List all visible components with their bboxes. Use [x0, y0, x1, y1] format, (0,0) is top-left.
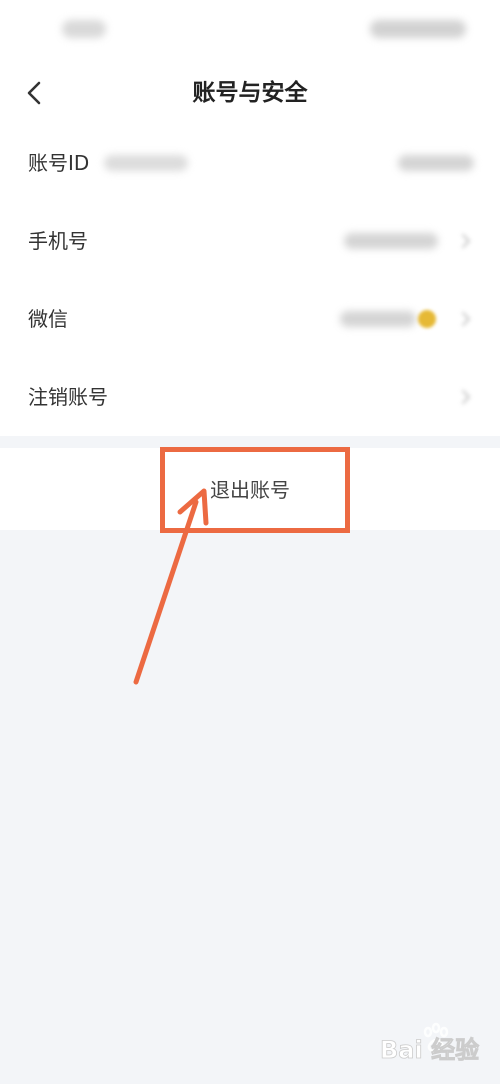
account-id-hint-blurred [104, 155, 188, 171]
status-icons-blurred [370, 20, 466, 38]
wechat-avatar-icon [418, 310, 436, 328]
back-button[interactable] [14, 72, 56, 114]
settings-row-label: 注销账号 [28, 385, 108, 409]
phone-value-blurred [344, 233, 438, 249]
settings-row-label: 微信 [28, 307, 68, 331]
page-title: 账号与安全 [192, 80, 308, 106]
status-bar [0, 0, 500, 62]
settings-row-cancel-account[interactable]: 注销账号 [0, 358, 500, 436]
settings-row-phone[interactable]: 手机号 [0, 202, 500, 280]
settings-row-label: 账号ID [28, 151, 90, 175]
chevron-left-icon [24, 80, 46, 106]
baidu-jingyan-watermark: Bai 经验 [376, 1016, 494, 1070]
status-time-blurred [62, 20, 106, 38]
wechat-value-blurred [340, 311, 416, 327]
settings-row-account-id[interactable]: 账号ID [0, 124, 500, 202]
account-id-value-blurred [398, 155, 474, 171]
settings-row-wechat[interactable]: 微信 [0, 280, 500, 358]
chevron-right-icon [458, 311, 474, 327]
paw-logo-icon: Bai 经验 [380, 1022, 479, 1064]
svg-text:Bai 经验: Bai 经验 [380, 1036, 479, 1064]
settings-list: 账号ID 手机号 微信 注销账号 [0, 124, 500, 436]
nav-bar: 账号与安全 [0, 62, 500, 124]
logout-label: 退出账号 [210, 478, 290, 502]
settings-row-label: 手机号 [28, 229, 88, 253]
logout-button[interactable]: 退出账号 [0, 448, 500, 530]
chevron-right-icon [458, 389, 474, 405]
chevron-right-icon [458, 233, 474, 249]
